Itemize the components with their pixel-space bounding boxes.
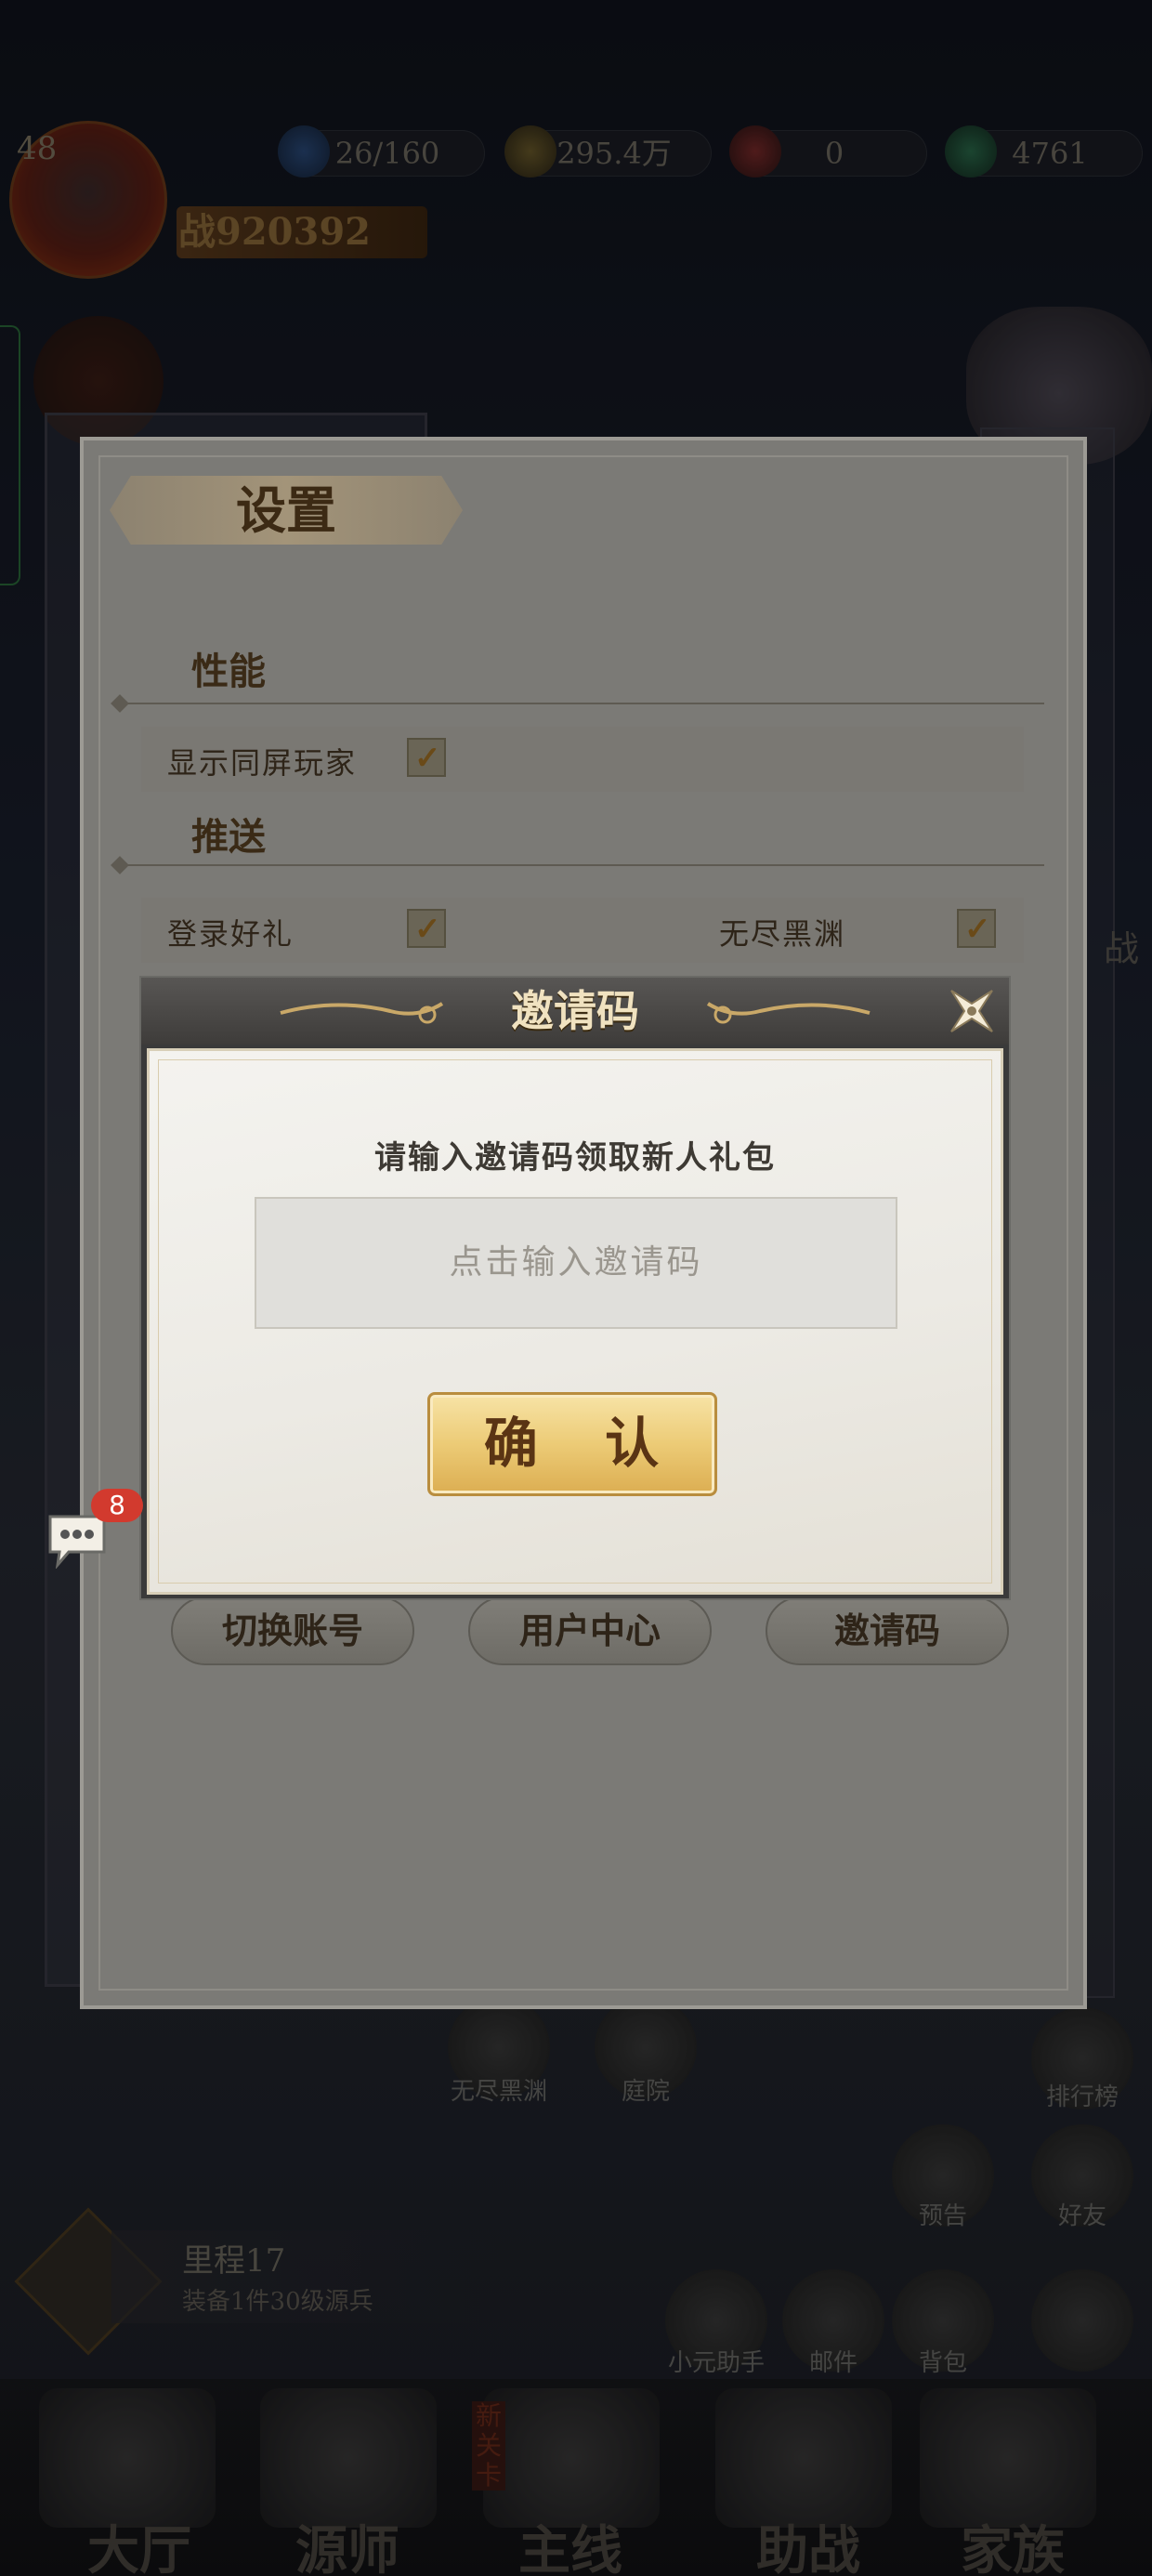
section-divider [119,703,1044,704]
dialog-title: 邀请码 [511,986,639,1036]
login-gift-label: 登录好礼 [167,916,295,952]
performance-heading: 性能 [191,650,266,693]
invite-prompt: 请输入邀请码领取新人礼包 [374,1139,776,1176]
invite-code-button[interactable]: 邀请码 [766,1597,1009,1665]
show-players-checkbox[interactable]: ✓ [407,738,446,777]
login-gift-checkbox[interactable]: ✓ [407,909,446,948]
chat-unread-badge: 8 [91,1489,143,1522]
chat-bubble-icon[interactable] [46,1513,108,1569]
push-heading: 推送 [191,815,266,859]
invite-code-input[interactable]: 点击输入邀请码 [255,1197,897,1329]
settings-title: 设置 [236,480,336,540]
user-center-button[interactable]: 用户中心 [468,1597,712,1665]
checkmark-icon: ✓ [964,911,991,948]
checkmark-icon: ✓ [414,740,441,777]
section-divider [119,864,1044,866]
close-icon[interactable] [946,985,998,1037]
endless-abyss-label: 无尽黑渊 [719,916,846,952]
endless-abyss-checkbox[interactable]: ✓ [957,909,996,948]
switch-account-button[interactable]: 切换账号 [171,1597,414,1665]
show-players-label: 显示同屏玩家 [167,745,358,781]
confirm-button[interactable]: 确 认 [427,1392,717,1496]
checkmark-icon: ✓ [414,911,441,948]
